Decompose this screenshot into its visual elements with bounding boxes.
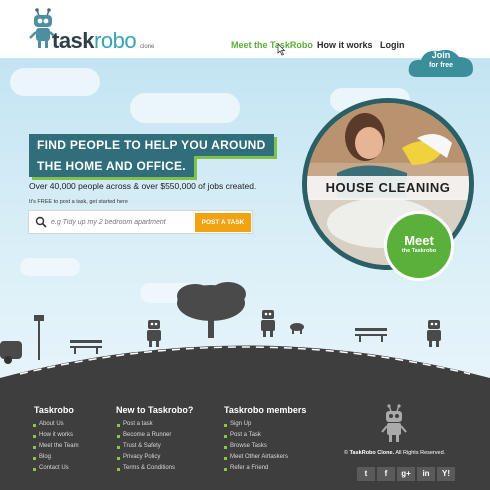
copyright-brand: TaskRobo Clone. — [349, 450, 395, 456]
footer-link-privacy-policy[interactable]: Privacy Policy — [123, 454, 160, 460]
bullet-icon — [224, 446, 227, 449]
footer-robot-icon — [381, 404, 407, 442]
post-a-task-button[interactable]: POST A TASK — [195, 213, 251, 232]
bullet-icon — [33, 424, 36, 427]
logo-clone-text: clone — [140, 44, 155, 50]
bullet-icon — [33, 446, 36, 449]
footer-link-about-us[interactable]: About Us — [39, 421, 64, 427]
footer-link-trust-safety[interactable]: Trust & Safety — [123, 443, 161, 449]
footer-link-how-it-works[interactable]: How it works — [39, 432, 73, 438]
hero-tagline: Over 40,000 people across & over $550,00… — [29, 181, 257, 191]
footer-link-become-runner[interactable]: Become a Runner — [123, 432, 171, 438]
mouse-cursor-icon — [277, 44, 286, 56]
bullet-icon — [224, 457, 227, 460]
footer-col-members-title: Taskrobo members — [224, 405, 307, 415]
footer-link-meet-airtaskers[interactable]: Meet Other Airtaskers — [230, 454, 288, 460]
copyright-text: © TaskRobo Clone. All Rights Reserved. — [344, 450, 445, 456]
footer-col-taskrobo-title: Taskrobo — [34, 405, 74, 415]
footer-link-sign-up[interactable]: Sign Up — [230, 421, 251, 427]
yahoo-icon[interactable]: Y! — [437, 467, 455, 481]
logo-wordmark: taskrobo — [52, 28, 137, 54]
meet-sub-label: the Taskrobo — [401, 248, 437, 254]
logo-task-text: task — [52, 28, 95, 53]
bullet-icon — [117, 435, 120, 438]
bullet-icon — [33, 457, 36, 460]
task-search-input[interactable] — [51, 216, 191, 229]
google-plus-icon[interactable]: g+ — [397, 467, 415, 481]
bullet-icon — [33, 435, 36, 438]
house-cleaning-label: HOUSE CLEANING — [307, 176, 469, 200]
footer-link-blog[interactable]: Blog — [39, 454, 51, 460]
join-label: Join for free — [407, 51, 475, 70]
twitter-icon[interactable]: t — [357, 467, 375, 481]
copyright-rest: All Rights Reserved. — [394, 450, 446, 456]
bullet-icon — [117, 446, 120, 449]
footer-link-meet-team[interactable]: Meet the Team — [39, 443, 79, 449]
meet-label: Meet — [404, 233, 434, 248]
search-icon — [35, 216, 47, 228]
nav-meet-taskrobo[interactable]: Meet the TaskRobo — [231, 40, 313, 50]
footer-link-refer-friend[interactable]: Refer a Friend — [230, 465, 268, 471]
bullet-icon — [224, 435, 227, 438]
join-line-2: for free — [428, 62, 454, 69]
bullet-icon — [117, 424, 120, 427]
linkedin-icon[interactable]: in — [417, 467, 435, 481]
footer-link-post-task[interactable]: Post a Task — [230, 432, 261, 438]
nav-how-it-works[interactable]: How it works — [317, 40, 373, 50]
logo-robo-text: robo — [94, 28, 137, 53]
bullet-icon — [33, 468, 36, 471]
footer-link-post-a-task[interactable]: Post a task — [123, 421, 153, 427]
meet-taskrobo-badge[interactable]: Meet the Taskrobo — [384, 211, 454, 281]
join-for-free-button[interactable]: Join for free — [407, 47, 475, 79]
copyright-symbol: © — [344, 450, 349, 456]
headline-banner-1: FIND PEOPLE TO HELP YOU AROUND — [29, 134, 274, 156]
facebook-icon[interactable]: f — [377, 467, 395, 481]
bullet-icon — [117, 468, 120, 471]
footer-link-contact-us[interactable]: Contact Us — [39, 465, 69, 471]
footer-col-new-title: New to Taskrobo? — [116, 405, 194, 415]
bullet-icon — [224, 468, 227, 471]
nav-login[interactable]: Login — [380, 40, 405, 50]
footer-link-browse-tasks[interactable]: Browse Tasks — [230, 443, 267, 449]
task-search-bar: POST A TASK — [28, 210, 253, 234]
free-post-note: It's FREE to post a task, get started he… — [29, 199, 128, 205]
taskrobo-logo[interactable]: taskrobo clone — [28, 8, 178, 54]
bullet-icon — [224, 424, 227, 427]
headline-banner-2: THE HOME AND OFFICE. — [29, 155, 194, 177]
footer-link-terms[interactable]: Terms & Conditions — [123, 465, 175, 471]
bullet-icon — [117, 457, 120, 460]
join-line-1: Join — [431, 50, 451, 60]
